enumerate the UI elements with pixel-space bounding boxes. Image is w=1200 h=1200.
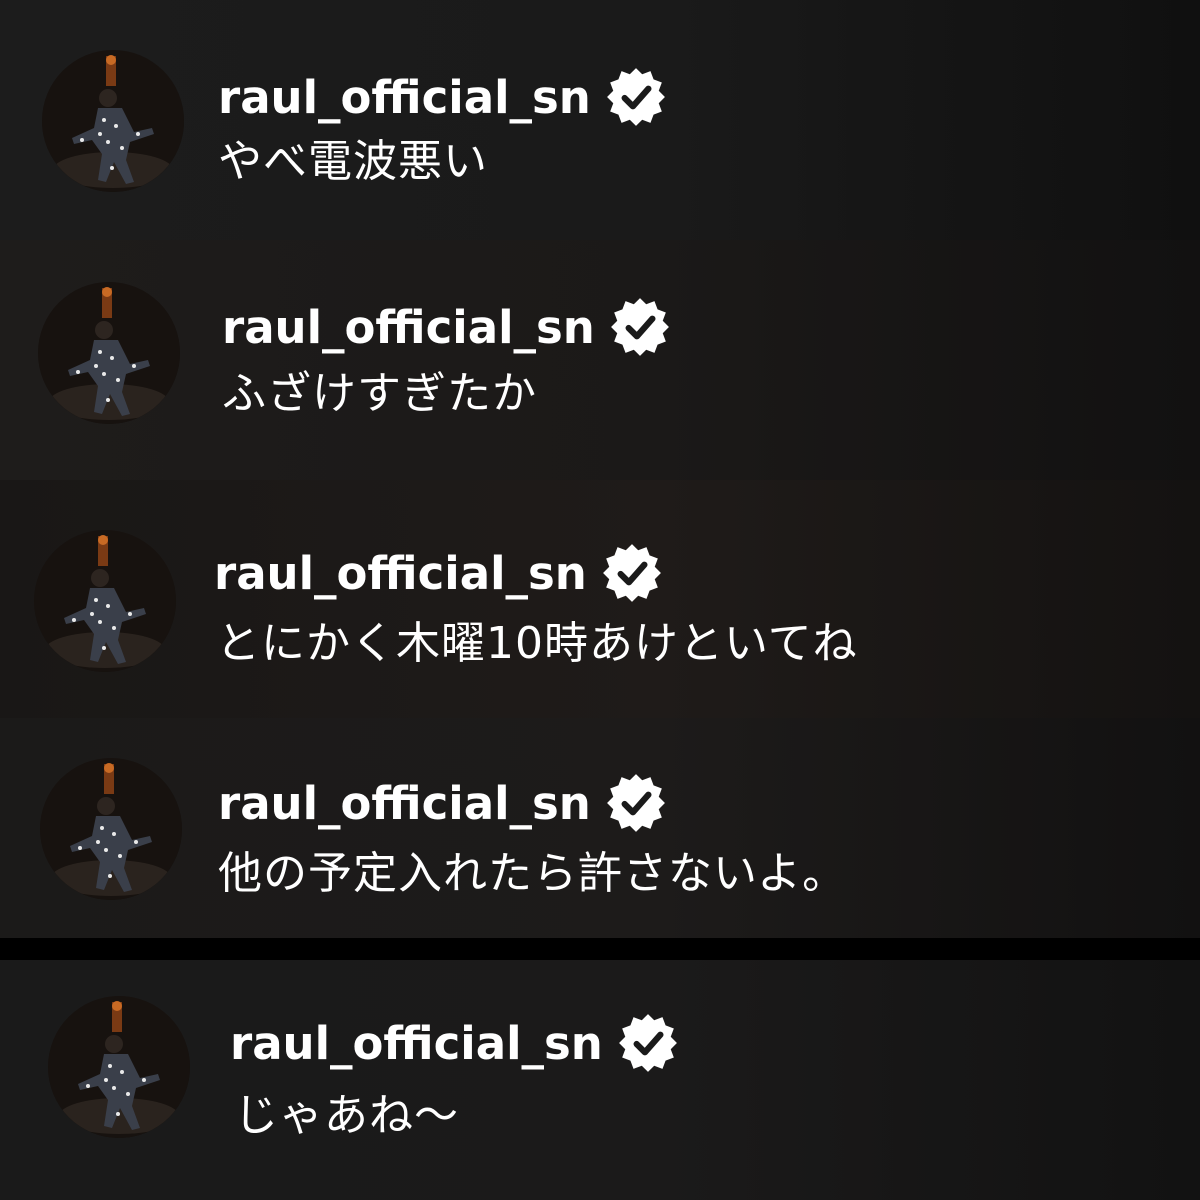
- username[interactable]: raul_official_sn: [230, 1021, 603, 1066]
- comment-text: ふざけすぎたか: [222, 368, 537, 419]
- comment-item: raul_official_sn ふざけすぎたか: [0, 240, 1200, 480]
- comment-item: raul_official_sn 他の予定入れたら許さないよ。: [0, 718, 1200, 938]
- profile-photo-icon: [48, 996, 190, 1138]
- profile-photo-icon: [42, 50, 184, 192]
- username[interactable]: raul_official_sn: [218, 781, 591, 826]
- avatar[interactable]: [38, 282, 180, 424]
- profile-photo-icon: [38, 282, 180, 424]
- username[interactable]: raul_official_sn: [214, 551, 587, 596]
- comment-text: とにかく木曜10時あけといてね: [216, 618, 858, 669]
- comment-item: raul_official_sn やべ電波悪い: [0, 0, 1200, 240]
- live-comments-feed: raul_official_sn やべ電波悪い raul_official_sn…: [0, 0, 1200, 1200]
- avatar[interactable]: [34, 530, 176, 672]
- comment-text: やべ電波悪い: [218, 136, 488, 187]
- username[interactable]: raul_official_sn: [222, 305, 595, 350]
- comment-text: 他の予定入れたら許さないよ。: [218, 848, 848, 899]
- section-divider: [0, 938, 1200, 960]
- verified-badge-icon: [605, 772, 667, 834]
- profile-photo-icon: [40, 758, 182, 900]
- comment-item: raul_official_sn とにかく木曜10時あけといてね: [0, 480, 1200, 718]
- comment-item: raul_official_sn じゃあね〜: [0, 960, 1200, 1200]
- avatar[interactable]: [40, 758, 182, 900]
- verified-badge-icon: [617, 1012, 679, 1074]
- username[interactable]: raul_official_sn: [218, 75, 591, 120]
- verified-badge-icon: [605, 66, 667, 128]
- profile-photo-icon: [34, 530, 176, 672]
- avatar[interactable]: [42, 50, 184, 192]
- verified-badge-icon: [609, 296, 671, 358]
- comment-text: じゃあね〜: [234, 1090, 459, 1141]
- avatar[interactable]: [48, 996, 190, 1138]
- verified-badge-icon: [601, 542, 663, 604]
